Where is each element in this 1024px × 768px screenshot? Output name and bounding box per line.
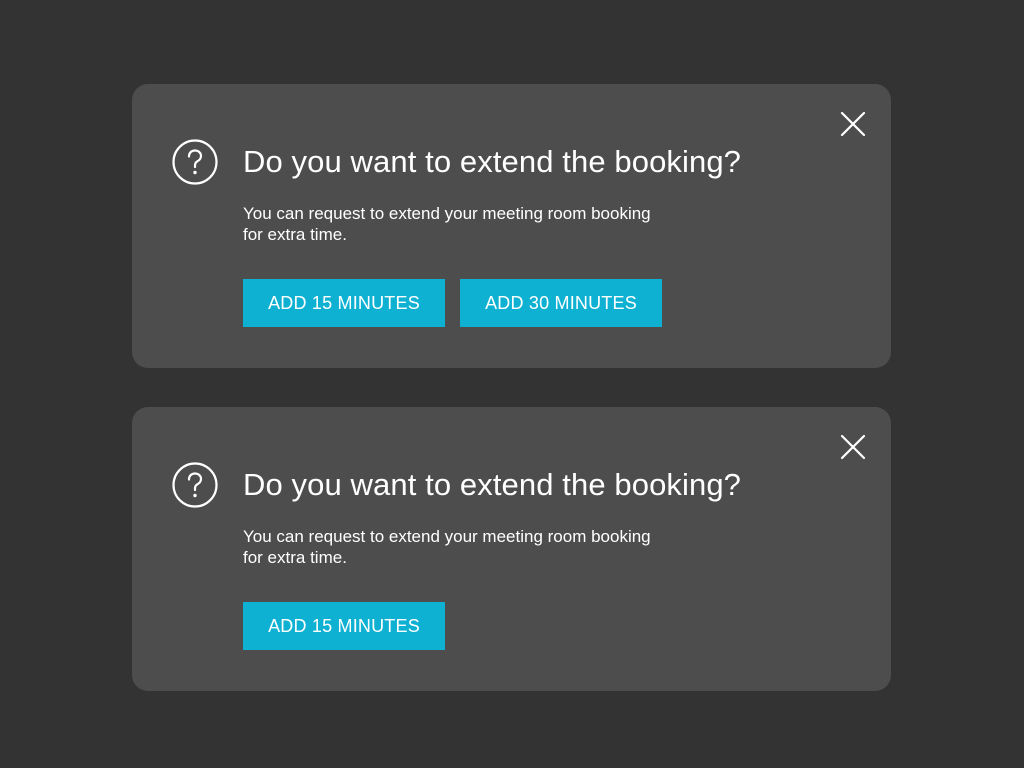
close-icon[interactable] <box>840 111 866 137</box>
extend-booking-dialog: Do you want to extend the booking? You c… <box>132 407 891 691</box>
dialog-description: You can request to extend your meeting r… <box>243 527 651 567</box>
question-circle-icon <box>172 462 218 508</box>
add-15-minutes-button[interactable]: ADD 15 MINUTES <box>243 279 445 327</box>
dialog-title: Do you want to extend the booking? <box>243 467 742 502</box>
add-15-minutes-button[interactable]: ADD 15 MINUTES <box>243 602 445 650</box>
dialog-actions: ADD 15 MINUTES ADD 30 MINUTES <box>243 279 662 327</box>
dialog-description: You can request to extend your meeting r… <box>243 204 651 244</box>
question-circle-icon <box>172 139 218 185</box>
dialog-title: Do you want to extend the booking? <box>243 144 742 179</box>
extend-booking-dialog: Do you want to extend the booking? You c… <box>132 84 891 368</box>
close-icon[interactable] <box>840 434 866 460</box>
dialog-actions: ADD 15 MINUTES <box>243 602 445 650</box>
add-30-minutes-button[interactable]: ADD 30 MINUTES <box>460 279 662 327</box>
